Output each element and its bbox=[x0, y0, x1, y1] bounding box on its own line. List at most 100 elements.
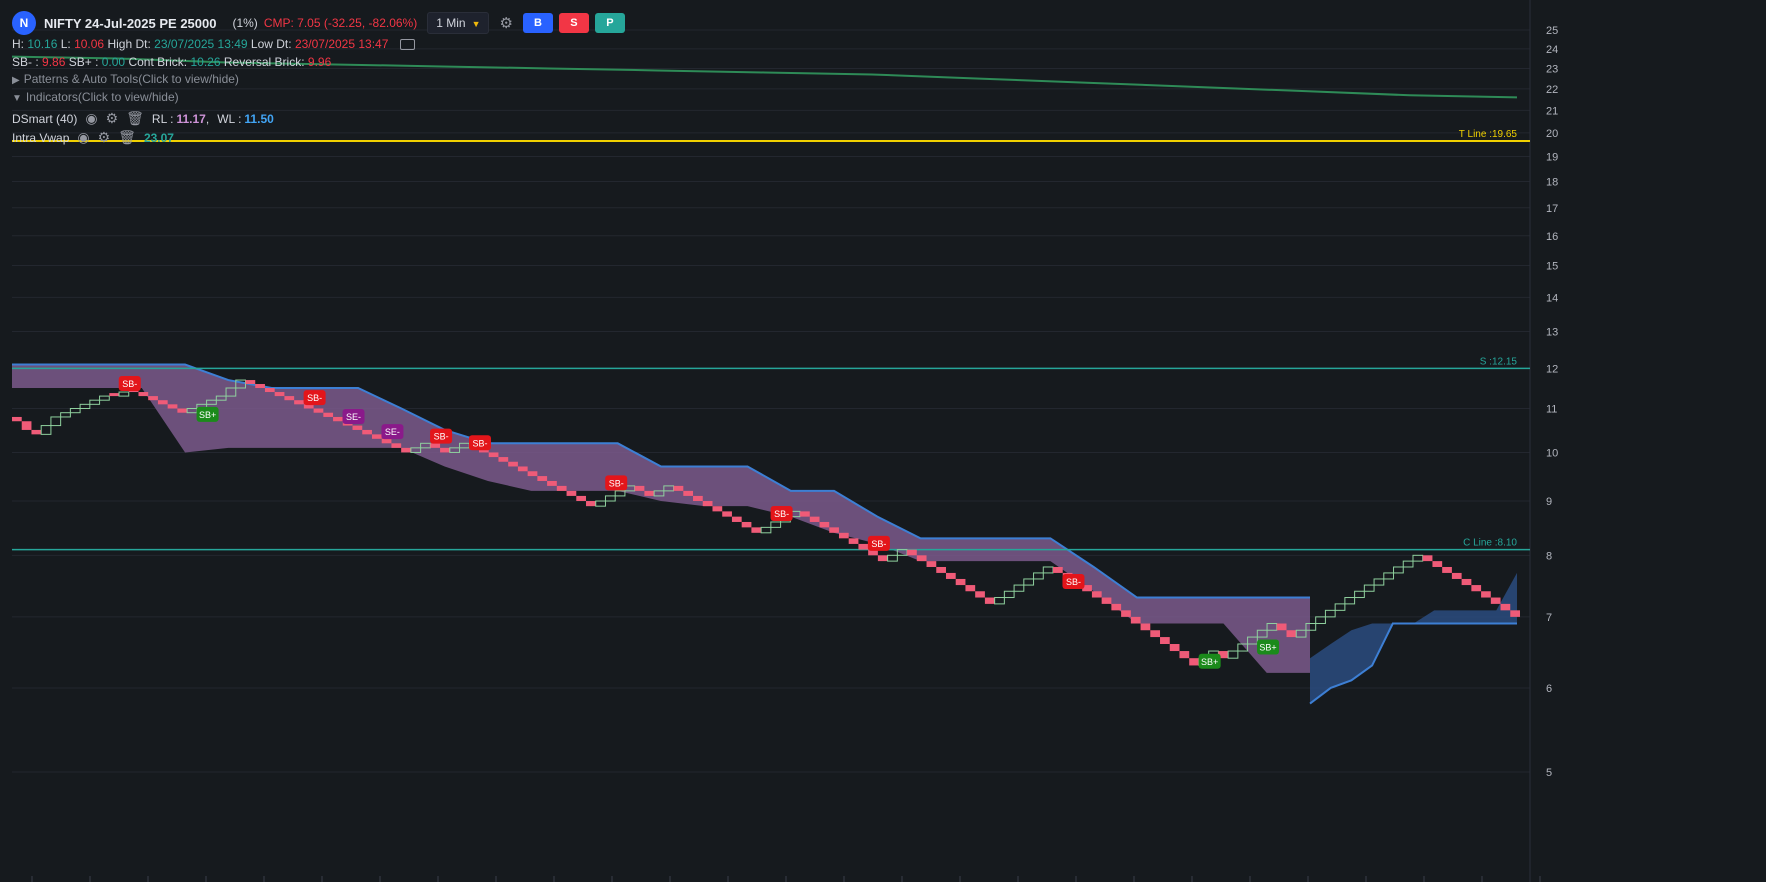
chat-icon[interactable] bbox=[399, 39, 415, 51]
brick-down bbox=[381, 438, 392, 444]
brick-down bbox=[508, 461, 518, 467]
sell-button[interactable]: S bbox=[558, 13, 589, 33]
brick-down bbox=[255, 384, 265, 389]
brick-down bbox=[800, 511, 810, 517]
brick-up bbox=[1383, 572, 1395, 580]
brick-up bbox=[1042, 566, 1054, 574]
brick-down bbox=[488, 452, 499, 458]
brick-down bbox=[751, 527, 762, 533]
brick-up bbox=[1227, 650, 1239, 659]
brick-down bbox=[1490, 597, 1501, 604]
brick-down bbox=[1481, 591, 1491, 598]
brick-up bbox=[994, 597, 1005, 605]
high-date-value: 23/07/2025 13:49 bbox=[154, 37, 248, 51]
signal-badge: SB- bbox=[770, 506, 793, 521]
cont-brick-label: Cont Brick: bbox=[128, 55, 188, 69]
symbol-name[interactable]: NIFTY 24-Jul-2025 PE 25000 bbox=[44, 16, 216, 31]
brick-down bbox=[1189, 658, 1199, 666]
brick-down bbox=[731, 516, 742, 522]
eye-icon[interactable]: ◉ bbox=[77, 129, 89, 146]
brick-down bbox=[177, 408, 188, 413]
brick-down bbox=[1179, 651, 1190, 659]
brick-down bbox=[702, 501, 713, 507]
signal-badge: SB+ bbox=[1198, 653, 1221, 669]
brick-up bbox=[887, 554, 898, 562]
stats-row: H: 10.16 L: 10.06 High Dt: 23/07/2025 13… bbox=[12, 37, 415, 51]
signal-badge-label: SE- bbox=[346, 412, 361, 422]
rl-label: RL : bbox=[151, 111, 174, 126]
y-tick-label: 9 bbox=[1546, 496, 1552, 508]
signal-badge-label: SB+ bbox=[199, 410, 216, 420]
brick-up bbox=[89, 399, 101, 405]
signal-badge-label: SB- bbox=[609, 478, 624, 488]
brick-down bbox=[1471, 585, 1482, 592]
trash-icon[interactable]: 🗑 bbox=[126, 110, 144, 127]
position-button[interactable]: P bbox=[594, 13, 625, 33]
low-date-label: Low Dt: bbox=[250, 37, 292, 51]
brick-down bbox=[673, 485, 684, 491]
sb-minus-label: SB- : bbox=[12, 55, 39, 69]
signal-badge-label: SB+ bbox=[1259, 643, 1276, 653]
y-tick-label: 10 bbox=[1546, 447, 1558, 459]
caret-down-icon: ▼ bbox=[12, 93, 22, 104]
brick-down bbox=[430, 443, 441, 448]
buy-button[interactable]: B bbox=[522, 13, 553, 33]
signal-badge: SB- bbox=[430, 428, 453, 444]
timeframe-select[interactable]: 1 Min ▼ bbox=[427, 12, 490, 34]
gear-icon[interactable]: ⚙ bbox=[106, 110, 119, 127]
renko-chart[interactable]: 5 6 7 8 9 10 11 12 13 14 15 16 17 18 19 20 21 22 23 24 25 T L… bbox=[0, 0, 1766, 882]
brick-up bbox=[60, 412, 71, 418]
level-label: S :12.15 bbox=[1480, 356, 1518, 367]
y-tick-label: 8 bbox=[1546, 550, 1552, 562]
brick-down bbox=[566, 490, 577, 496]
brick-down bbox=[167, 404, 178, 409]
gear-icon[interactable]: ⚙ bbox=[499, 14, 512, 32]
brick-down bbox=[1451, 572, 1462, 579]
brick-down bbox=[371, 434, 382, 439]
timeframe-value: 1 Min bbox=[436, 16, 466, 30]
brick-down bbox=[1422, 555, 1433, 562]
patterns-label: Patterns & Auto Tools(Click to view/hide… bbox=[23, 72, 239, 86]
brick-up bbox=[1334, 603, 1346, 611]
brick-down bbox=[576, 495, 587, 502]
low-value: 10.06 bbox=[74, 37, 105, 51]
brick-down bbox=[537, 476, 548, 481]
high-value: 10.16 bbox=[27, 37, 58, 51]
brick-down bbox=[809, 516, 820, 522]
brick-down bbox=[722, 511, 732, 517]
brick-up bbox=[1373, 578, 1385, 586]
gear-icon[interactable]: ⚙ bbox=[98, 129, 111, 146]
sb-plus-label: SB+ : bbox=[68, 55, 99, 69]
brick-down bbox=[31, 429, 42, 435]
y-tick-label: 12 bbox=[1546, 363, 1558, 375]
brick-down bbox=[955, 578, 966, 586]
high-label: H: bbox=[12, 37, 24, 51]
trash-icon[interactable]: 🗑 bbox=[118, 129, 136, 146]
signal-badge-label: SB- bbox=[434, 432, 449, 442]
brick-down bbox=[945, 572, 956, 579]
brick-down bbox=[683, 490, 694, 496]
eye-icon[interactable]: ◉ bbox=[85, 110, 97, 127]
signal-badge-label: SE- bbox=[385, 427, 400, 437]
brick-up bbox=[118, 391, 130, 397]
sb-plus-value: 0.00 bbox=[101, 55, 126, 69]
brick-down bbox=[1276, 623, 1287, 631]
indicators-toggle[interactable]: ▼ Indicators(Click to view/hide) bbox=[12, 90, 179, 104]
brick-up bbox=[1013, 584, 1025, 592]
brick-down bbox=[1286, 630, 1297, 638]
brick-down bbox=[644, 490, 655, 496]
signal-badge-label: SB- bbox=[1066, 577, 1081, 587]
y-tick-label: 25 bbox=[1546, 25, 1558, 37]
brick-down bbox=[313, 408, 324, 413]
y-tick-label: 24 bbox=[1546, 44, 1558, 56]
brick-down bbox=[1053, 566, 1063, 573]
brick-up bbox=[1033, 572, 1044, 580]
brick-down bbox=[138, 392, 149, 397]
brick-down bbox=[634, 485, 645, 491]
signal-badge: SB- bbox=[118, 376, 141, 392]
signal-badge: SE- bbox=[381, 424, 404, 440]
percent-label: (1%) bbox=[232, 16, 258, 30]
y-tick-label: 21 bbox=[1546, 105, 1558, 117]
patterns-toggle[interactable]: ▶ Patterns & Auto Tools(Click to view/hid… bbox=[12, 72, 239, 86]
y-tick-label: 19 bbox=[1546, 152, 1558, 164]
